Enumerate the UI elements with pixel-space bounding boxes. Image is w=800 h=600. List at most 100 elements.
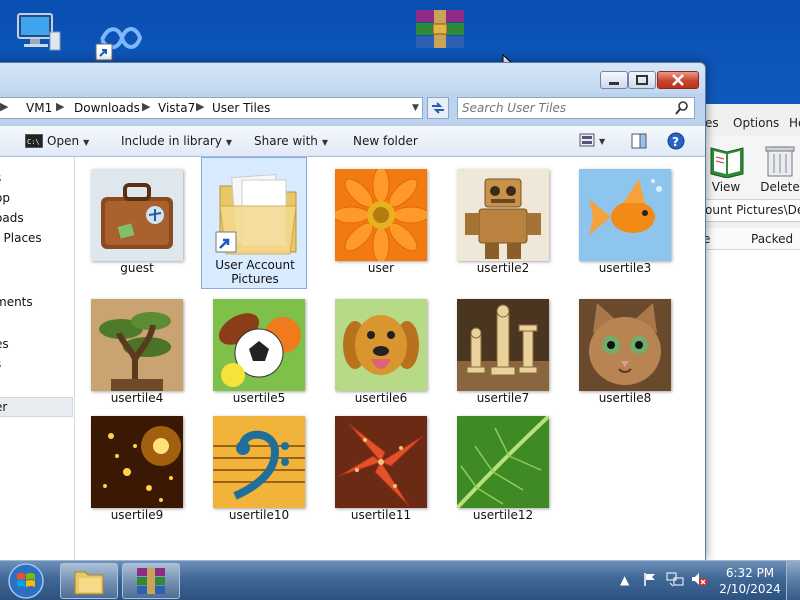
file-item-usertile7[interactable]: usertile7: [445, 291, 551, 419]
winrar-file-list[interactable]: [701, 250, 800, 560]
taskbar-winrar-button[interactable]: [122, 563, 180, 599]
winrar-header-packed[interactable]: Packed: [751, 232, 793, 246]
winrar-menu-commands[interactable]: es: [705, 116, 719, 130]
explorer-window[interactable]: ▶ VM1 ▶ Downloads ▶ Vista7 ▶ User Tiles …: [0, 62, 706, 561]
winrar-delete-button[interactable]: Delete: [755, 140, 800, 196]
breadcrumb-vista7[interactable]: Vista7: [158, 101, 195, 115]
view-options-button[interactable]: ▼: [579, 133, 605, 147]
winrar-list-header: e Packed: [701, 228, 800, 250]
breadcrumb-separator-icon[interactable]: ▶: [0, 100, 8, 113]
breadcrumb-user-tiles[interactable]: User Tiles: [212, 101, 270, 115]
file-item-usertile2[interactable]: usertile2: [445, 161, 551, 289]
breadcrumb-downloads[interactable]: Downloads: [74, 101, 140, 115]
winrar-icon[interactable]: [414, 8, 464, 58]
open-button[interactable]: C:\ Open ▼: [24, 133, 89, 149]
file-item-guest[interactable]: guest: [79, 161, 185, 289]
chevron-down-icon: ▼: [225, 138, 233, 147]
bonsai-icon: [91, 299, 183, 391]
share-with-button[interactable]: Share with ▼: [254, 134, 328, 148]
windows-logo-icon: [8, 563, 44, 599]
winrar-window[interactable]: es Options He View Delete ount: [700, 104, 800, 564]
computer-icon[interactable]: [14, 8, 64, 58]
nav-item-recent-places[interactable]: t Places: [0, 231, 42, 245]
file-item-usertile12[interactable]: usertile12: [445, 408, 551, 536]
include-in-library-button[interactable]: Include in library ▼: [121, 134, 232, 148]
sparkles-icon: [91, 416, 183, 508]
start-button[interactable]: [4, 562, 48, 600]
clock-date: 2/10/2024: [719, 582, 781, 596]
file-item-usertile9[interactable]: usertile9: [79, 408, 185, 536]
address-bar[interactable]: ▶ VM1 ▶ Downloads ▶ Vista7 ▶ User Tiles …: [0, 97, 423, 119]
suitcase-icon: [91, 169, 183, 261]
taskbar: ▲ 6:32 PM 2/10/2024: [0, 560, 800, 600]
winrar-view-label: View: [711, 180, 741, 194]
action-center-flag-icon[interactable]: [642, 571, 658, 590]
include-in-library-label: Include in library: [121, 134, 222, 148]
refresh-button[interactable]: [427, 97, 449, 119]
file-grid: guest User Account Pictures user usertil…: [75, 157, 705, 561]
file-item-user[interactable]: user: [323, 161, 429, 289]
file-item-user-account-pictures[interactable]: User Account Pictures: [201, 157, 307, 289]
file-label: usertile8: [598, 391, 652, 405]
nav-item-videos[interactable]: s: [0, 357, 1, 371]
show-desktop-button[interactable]: [786, 561, 800, 600]
file-item-usertile4[interactable]: usertile4: [79, 291, 185, 419]
winrar-menubar: es Options He: [701, 114, 800, 136]
new-folder-button[interactable]: New folder: [353, 134, 418, 148]
search-input[interactable]: [462, 100, 672, 116]
nav-selected-highlight: [0, 397, 73, 417]
preview-pane-button[interactable]: [631, 133, 647, 152]
breadcrumb-separator-icon[interactable]: ▶: [142, 100, 150, 113]
nav-item-pictures[interactable]: es: [0, 337, 9, 351]
file-label: user: [367, 261, 395, 275]
file-label: usertile3: [598, 261, 652, 275]
file-item-usertile11[interactable]: usertile11: [323, 408, 429, 536]
nav-item-desktop[interactable]: op: [0, 191, 10, 205]
breadcrumb-separator-icon[interactable]: ▶: [56, 100, 64, 113]
breadcrumb-vm1[interactable]: VM1: [26, 101, 52, 115]
help-button[interactable]: ?: [667, 132, 685, 153]
dog-icon: [335, 299, 427, 391]
help-icon: ?: [667, 132, 685, 150]
winrar-path-field[interactable]: ount Pictures\Defa: [701, 200, 800, 222]
winrar-menu-help[interactable]: He: [789, 116, 800, 130]
refresh-icon: [432, 102, 444, 114]
taskbar-explorer-button[interactable]: [60, 563, 118, 599]
file-item-usertile5[interactable]: usertile5: [201, 291, 307, 419]
open-label: Open: [47, 134, 80, 148]
file-item-usertile10[interactable]: usertile10: [201, 408, 307, 536]
maximize-button[interactable]: [628, 71, 656, 89]
file-label: usertile11: [350, 508, 412, 522]
close-button[interactable]: [657, 71, 699, 89]
nav-item-favorites[interactable]: s: [0, 171, 1, 185]
music-clef-icon: [213, 416, 305, 508]
navigation-pane[interactable]: s op oads t Places ments es s er t: [0, 157, 75, 561]
file-item-usertile8[interactable]: usertile8: [567, 291, 673, 419]
file-label: usertile6: [354, 391, 408, 405]
search-box[interactable]: [457, 97, 695, 119]
svg-text:C:\: C:\: [27, 138, 40, 146]
nav-item-computer[interactable]: er: [0, 400, 7, 414]
chess-icon: [457, 299, 549, 391]
nav-item-downloads[interactable]: oads: [0, 211, 24, 225]
maximize-icon: [636, 75, 648, 85]
nav-item-documents[interactable]: ments: [0, 295, 33, 309]
file-label: usertile9: [110, 508, 164, 522]
address-history-chevron-icon[interactable]: ▼: [412, 103, 419, 113]
system-clock[interactable]: 6:32 PM 2/10/2024: [718, 565, 782, 597]
search-icon[interactable]: [674, 100, 690, 116]
show-hidden-icons-button[interactable]: ▲: [620, 573, 629, 587]
minimize-button[interactable]: [600, 71, 628, 89]
title-bar[interactable]: [0, 63, 705, 93]
leaf-icon: [457, 416, 549, 508]
file-item-usertile3[interactable]: usertile3: [567, 161, 673, 289]
file-item-usertile6[interactable]: usertile6: [323, 291, 429, 419]
breadcrumb-separator-icon[interactable]: ▶: [196, 100, 204, 113]
winrar-view-button[interactable]: View: [701, 140, 751, 196]
chevron-down-icon: ▼: [321, 138, 329, 147]
winrar-menu-options[interactable]: Options: [733, 116, 779, 130]
folder-icon: [74, 571, 104, 595]
robot-icon: [457, 169, 549, 261]
network-icon[interactable]: [666, 571, 684, 590]
volume-muted-icon[interactable]: [690, 571, 708, 590]
